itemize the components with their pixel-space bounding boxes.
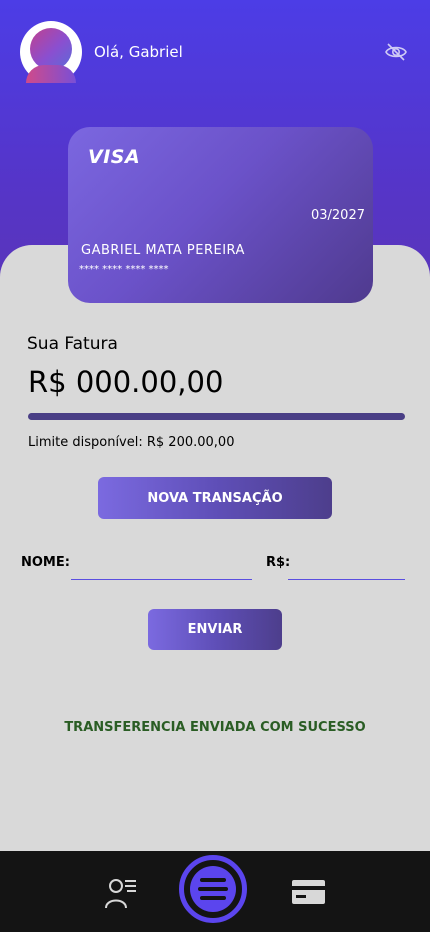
credit-card-icon[interactable] <box>292 880 325 904</box>
amount-label: R$: <box>266 555 291 570</box>
visa-logo: VISA <box>88 146 141 168</box>
invoice-label: Sua Fatura <box>27 334 118 354</box>
eye-off-icon[interactable] <box>384 42 408 62</box>
name-input[interactable] <box>71 556 252 580</box>
greeting-text: Olá, Gabriel <box>94 43 183 61</box>
avatar-head <box>30 28 72 70</box>
card-number: **** **** **** **** <box>79 264 169 275</box>
user-avatar[interactable] <box>20 21 82 83</box>
profile-list-icon[interactable] <box>104 877 138 909</box>
success-message: TRANSFERENCIA ENVIADA COM SUCESSO <box>64 720 366 735</box>
bottom-nav <box>0 851 430 932</box>
available-limit: Limite disponível: R$ 200.00,00 <box>28 435 235 450</box>
card-holder-name: GABRIEL MATA PEREIRA <box>81 243 245 258</box>
card-expiry: 03/2027 <box>310 208 365 223</box>
amount-input[interactable] <box>288 556 405 580</box>
invoice-value: R$ 000.00,00 <box>28 365 224 399</box>
header: Olá, Gabriel <box>0 0 430 110</box>
send-button[interactable]: ENVIAR <box>148 609 282 650</box>
name-label: NOME: <box>21 555 70 570</box>
menu-icon <box>190 866 236 912</box>
new-transaction-button[interactable]: NOVA TRANSAÇÃO <box>98 477 332 519</box>
invoice-bar <box>28 413 405 420</box>
avatar-shoulders <box>26 65 76 83</box>
menu-button[interactable] <box>179 855 247 923</box>
credit-card[interactable]: VISA 03/2027 GABRIEL MATA PEREIRA **** *… <box>68 127 373 303</box>
